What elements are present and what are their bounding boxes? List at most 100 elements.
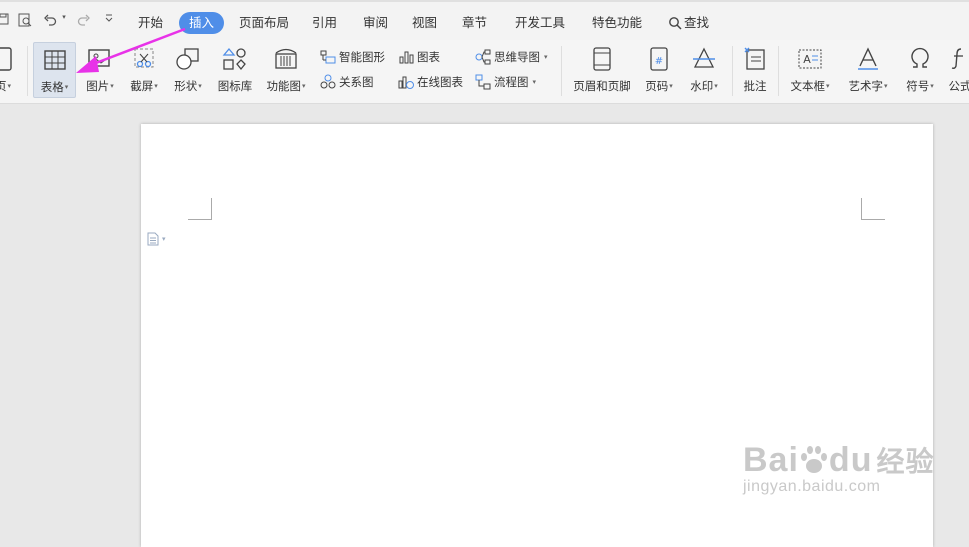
tab-page-layout[interactable]: 页面布局: [239, 12, 289, 34]
blank-page-button[interactable]: 页▾: [0, 42, 16, 98]
comment-icon: [744, 47, 765, 70]
search-label: 查找: [684, 15, 710, 30]
textbox-button[interactable]: A 文本框▾: [786, 42, 834, 98]
formula-icon: [951, 48, 963, 69]
redo-icon[interactable]: [76, 13, 92, 27]
tab-review[interactable]: 审阅: [363, 12, 388, 34]
print-preview-icon[interactable]: [17, 13, 33, 27]
omega-symbol-icon: [911, 47, 929, 68]
search-button[interactable]: 查找: [668, 12, 709, 34]
page-number-label: 页码: [645, 79, 669, 93]
watermark-button[interactable]: 水印▾: [684, 42, 724, 98]
undo-dropdown-icon[interactable]: ▾: [60, 13, 68, 21]
chart-label: 图表: [417, 50, 440, 64]
flowchart-label: 流程图: [494, 75, 529, 89]
wordart-label: 艺术字: [848, 79, 883, 93]
online-chart-icon: [398, 76, 414, 89]
header-footer-label: 页眉和页脚: [573, 79, 631, 93]
svg-text:A: A: [803, 53, 811, 66]
tab-references[interactable]: 引用: [312, 12, 337, 34]
online-chart-label: 在线图表: [417, 75, 463, 89]
screenshot-label: 截屏: [130, 79, 154, 93]
tab-home[interactable]: 开始: [138, 12, 163, 34]
blank-page-label: 页: [0, 79, 7, 93]
watermark-cn-text: 经验: [876, 446, 935, 477]
flowchart-icon: [475, 74, 491, 90]
separator: [778, 46, 779, 96]
smart-graphic-button[interactable]: 智能图形: [320, 47, 385, 67]
formula-label: 公式: [948, 79, 969, 93]
comment-label: 批注: [743, 79, 767, 93]
relation-chart-icon: [320, 74, 336, 89]
function-chart-button[interactable]: 功能图▾: [262, 42, 310, 98]
search-icon: [669, 17, 682, 30]
tab-special-features[interactable]: 特色功能: [592, 12, 642, 34]
tab-view[interactable]: 视图: [412, 12, 437, 34]
page-margin-corner-left: [188, 198, 212, 220]
icon-library-label: 图标库: [217, 79, 253, 93]
shapes-icon: [176, 48, 199, 70]
tab-insert[interactable]: 插入: [179, 12, 225, 34]
icon-library-button[interactable]: 图标库: [214, 42, 256, 98]
undo-icon[interactable]: [42, 13, 58, 27]
smart-graphic-label: 智能图形: [339, 50, 385, 64]
flowchart-button[interactable]: 流程图 ▾: [475, 72, 536, 92]
mindmap-label: 思维导图: [494, 50, 540, 64]
ribbon-toolbar: 页▾ 表格▾ 图片▾ 截屏▾ 形状▾ 图标库 功能图▾ 智能图形 图表 思维导图…: [0, 40, 969, 104]
smart-graphic-icon: [320, 50, 336, 64]
wordart-icon: [858, 47, 878, 70]
symbol-label: 符号: [906, 79, 930, 93]
mindmap-icon: [475, 49, 491, 65]
customize-toolbar-icon[interactable]: [102, 13, 116, 23]
formula-button[interactable]: 公式: [945, 42, 969, 98]
page-number-button[interactable]: # 页码▾: [640, 42, 678, 98]
page-icon: [0, 47, 12, 71]
separator: [561, 46, 562, 96]
paw-icon: [800, 446, 827, 473]
header-footer-button[interactable]: 页眉和页脚: [567, 42, 637, 98]
relation-chart-button[interactable]: 关系图: [320, 72, 374, 92]
baidu-jingyan-watermark: Bai du 经验 jingyan.baidu.com: [743, 440, 934, 496]
shape-label: 形状: [174, 79, 198, 93]
tab-developer[interactable]: 开发工具: [515, 12, 565, 34]
tab-chapter[interactable]: 章节: [462, 12, 487, 34]
scissors-icon: [134, 48, 154, 68]
textbox-label: 文本框: [790, 79, 825, 93]
page-margin-corner-right: [861, 198, 885, 220]
watermark-icon: [693, 47, 715, 68]
header-footer-icon: [593, 47, 611, 71]
table-label: 表格: [40, 80, 64, 94]
page-number-icon: #: [650, 47, 668, 71]
online-chart-button[interactable]: 在线图表: [398, 72, 463, 92]
icon-library-icon: [222, 47, 246, 71]
paragraph-dropdown-icon: ▾: [162, 235, 166, 243]
relation-chart-label: 关系图: [339, 75, 374, 89]
separator: [27, 46, 28, 96]
picture-label: 图片: [86, 79, 110, 93]
chart-button[interactable]: 图表: [398, 47, 440, 67]
watermark-label: 水印: [690, 79, 714, 93]
separator: [732, 46, 733, 96]
comment-button[interactable]: 批注: [738, 42, 772, 98]
picture-icon: [88, 49, 110, 67]
textbox-icon: A: [798, 49, 822, 69]
function-chart-label: 功能图: [266, 79, 301, 93]
wordart-button[interactable]: 艺术字▾: [842, 42, 894, 98]
mindmap-button[interactable]: 思维导图 ▾: [475, 47, 548, 67]
table-icon: [43, 50, 66, 70]
watermark-brand-end: du: [828, 440, 873, 479]
screenshot-button[interactable]: 截屏▾: [124, 42, 164, 98]
picture-button[interactable]: 图片▾: [80, 42, 120, 98]
paragraph-icon: [147, 232, 159, 246]
menu-bar: ▾ 开始 插入 页面布局 引用 审阅 视图 章节 开发工具 特色功能 查找: [0, 0, 969, 40]
svg-text:#: #: [655, 56, 663, 67]
chart-icon: [399, 51, 414, 64]
table-button[interactable]: 表格▾: [33, 42, 76, 98]
function-chart-icon: [275, 48, 297, 69]
shape-button[interactable]: 形状▾: [168, 42, 208, 98]
symbol-button[interactable]: 符号▾: [900, 42, 940, 98]
paragraph-handle[interactable]: ▾: [146, 232, 166, 246]
watermark-url: jingyan.baidu.com: [743, 478, 881, 495]
save-icon[interactable]: [0, 13, 10, 25]
watermark-brand-text: Bai: [743, 440, 799, 479]
